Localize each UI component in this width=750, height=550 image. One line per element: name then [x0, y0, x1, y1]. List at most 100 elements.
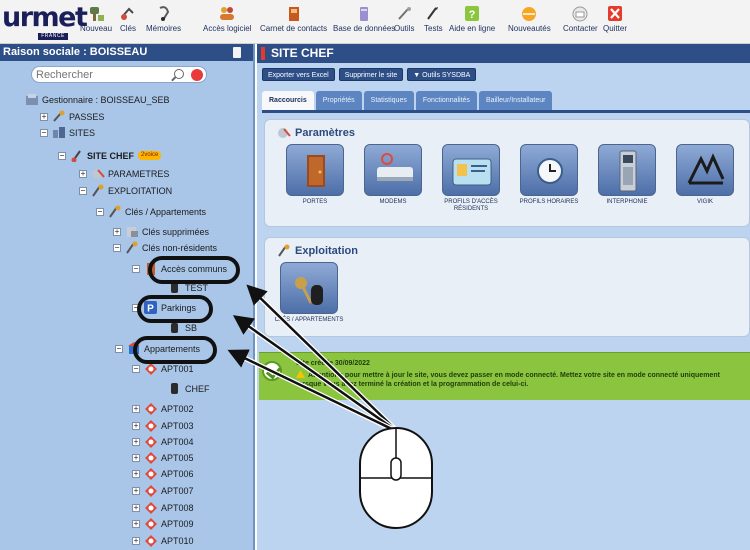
- toolbar-keys-button[interactable]: Clés: [119, 5, 137, 33]
- expand-toggle[interactable]: +: [132, 421, 140, 430]
- expand-toggle[interactable]: +: [132, 503, 140, 512]
- tree-node-non-resident-keys[interactable]: − Clés non-résidents: [113, 240, 217, 255]
- parameters-title: Paramètres: [277, 126, 355, 139]
- tree-node-exploitation[interactable]: − EXPLOITATION: [79, 183, 172, 198]
- tree-node-keys-apartments[interactable]: − Clés / Appartements: [96, 204, 206, 219]
- clear-search-icon[interactable]: [191, 69, 203, 81]
- tree-node-apt006[interactable]: + APT006: [132, 466, 194, 481]
- exploitation-title-text: Exploitation: [295, 244, 358, 257]
- expand-toggle[interactable]: +: [132, 536, 140, 545]
- tree-node-apt005[interactable]: + APT005: [132, 450, 194, 465]
- toolbar-help-button[interactable]: ? Aide en ligne: [449, 5, 495, 33]
- keys-apartments-icon: [280, 262, 338, 314]
- collapse-toggle[interactable]: −: [132, 264, 140, 273]
- tile-resident-access-profiles[interactable]: Profils d'accès Résidents: [435, 144, 507, 213]
- tile-label: Profils horaires: [519, 199, 579, 205]
- voice-badge: 2voice: [138, 151, 162, 160]
- tree-label: APT002: [161, 403, 194, 414]
- database-icon: [360, 7, 369, 21]
- tile-vigik[interactable]: VIGIK: [669, 144, 741, 206]
- tile-label: Clés / Appartements: [274, 317, 344, 323]
- id-card-icon: [442, 144, 500, 196]
- tree-node-apt008[interactable]: + APT008: [132, 500, 194, 515]
- tree-node-deleted-keys[interactable]: + Clés supprimées: [113, 224, 209, 239]
- key-fob-icon: [168, 382, 182, 395]
- toolbar-contact-label: Contacter: [563, 24, 598, 33]
- export-excel-button[interactable]: Exporter vers Excel: [262, 68, 335, 81]
- expand-toggle[interactable]: +: [132, 404, 140, 413]
- sysdba-tools-label: Outils SYSDBA: [422, 72, 471, 79]
- expand-toggle[interactable]: +: [132, 469, 140, 478]
- collapse-toggle[interactable]: −: [96, 207, 104, 216]
- tab-properties[interactable]: Propriétés: [315, 91, 362, 110]
- collapse-toggle[interactable]: −: [113, 243, 121, 252]
- search-input[interactable]: [36, 67, 156, 82]
- apartment-icon: [144, 435, 158, 448]
- tree-node-site-chef[interactable]: − SITE CHEF 2voice: [58, 148, 162, 163]
- document-icon[interactable]: [233, 47, 241, 58]
- toolbar-tools-button[interactable]: Outils: [394, 5, 414, 33]
- tree-node-apt010[interactable]: + APT010: [132, 533, 194, 548]
- toolbar-database-button[interactable]: Base de données: [333, 5, 395, 33]
- tree-label: APT004: [161, 436, 194, 447]
- collapse-toggle[interactable]: −: [115, 344, 123, 353]
- expand-toggle[interactable]: +: [113, 227, 121, 236]
- expand-toggle[interactable]: +: [132, 519, 140, 528]
- expand-toggle[interactable]: +: [79, 169, 87, 178]
- collapse-toggle[interactable]: −: [40, 128, 48, 137]
- toolbar-tests-button[interactable]: Tests: [424, 5, 443, 33]
- tree-label: PARAMETRES: [108, 168, 170, 179]
- keys-apartments-icon: [108, 205, 122, 218]
- parameters-section: Paramètres Portes Modems Profils d'accès…: [264, 119, 750, 227]
- toolbar-software-access-button[interactable]: Accès logiciel: [203, 5, 251, 33]
- toolbar-keys-label: Clés: [119, 24, 136, 33]
- expand-toggle[interactable]: +: [40, 112, 48, 121]
- search-icon[interactable]: [174, 69, 184, 79]
- tree-node-apt009[interactable]: + APT009: [132, 516, 194, 531]
- tree-node-apt007[interactable]: + APT007: [132, 483, 194, 498]
- collapse-toggle[interactable]: −: [132, 364, 140, 373]
- expand-toggle[interactable]: +: [132, 486, 140, 495]
- toolbar-help-label: Aide en ligne: [449, 24, 496, 33]
- collapse-toggle[interactable]: −: [79, 186, 87, 195]
- toolbar-quit-button[interactable]: Quitter: [603, 5, 627, 33]
- tree-node-chef[interactable]: CHEF: [168, 381, 210, 396]
- toolbar-contacts-button[interactable]: Carnet de contacts: [260, 5, 327, 33]
- collapse-toggle[interactable]: −: [58, 151, 66, 160]
- highlight-common-access: [148, 256, 240, 284]
- tree-node-sites[interactable]: − SITES: [40, 125, 95, 140]
- tree-node-apt002[interactable]: + APT002: [132, 401, 194, 416]
- tree-node-parametres[interactable]: + PARAMETRES: [79, 166, 169, 181]
- tree-node-apt003[interactable]: + APT003: [132, 418, 194, 433]
- tests-icon: [427, 7, 439, 20]
- tile-keys-apartments[interactable]: Clés / Appartements: [273, 262, 345, 324]
- deleted-keys-icon: [125, 225, 139, 238]
- tile-doors[interactable]: Portes: [279, 144, 351, 206]
- sysdba-tools-button[interactable]: ▼ Outils SYSDBA: [407, 68, 477, 81]
- expand-toggle[interactable]: +: [132, 437, 140, 446]
- memory-icon: [159, 6, 169, 21]
- tree-node-passes[interactable]: + PASSES: [40, 109, 104, 124]
- expand-toggle[interactable]: +: [132, 453, 140, 462]
- door-icon: [286, 144, 344, 196]
- keys-icon: [277, 244, 291, 257]
- tab-features[interactable]: Fonctionnalités: [415, 91, 477, 110]
- operation-icon: [91, 184, 105, 197]
- tile-modems[interactable]: Modems: [357, 144, 429, 206]
- delete-site-button[interactable]: Supprimer le site: [338, 68, 404, 81]
- quit-icon: [608, 6, 622, 21]
- tab-landlord-installer[interactable]: Bailleur/Installateur: [478, 91, 553, 110]
- toolbar-new-button[interactable]: Nouveau: [80, 5, 112, 33]
- tree-node-apt004[interactable]: + APT004: [132, 434, 194, 449]
- toolbar-contact-button[interactable]: Contacter: [563, 5, 598, 33]
- tile-time-profiles[interactable]: Profils horaires: [513, 144, 585, 206]
- news-icon: [522, 7, 537, 21]
- tile-intercom[interactable]: Interphonie: [591, 144, 663, 206]
- tab-shortcuts[interactable]: Raccourcis: [262, 91, 314, 110]
- tree-node-manager[interactable]: Gestionnaire : BOISSEAU_SEB: [25, 92, 170, 107]
- logo-text: urmet: [2, 2, 88, 33]
- toolbar-memory-button[interactable]: Mémoires: [146, 5, 181, 33]
- toolbar-news-button[interactable]: Nouveautés: [508, 5, 551, 33]
- users-icon: [220, 7, 235, 20]
- tab-statistics[interactable]: Statistiques: [363, 91, 414, 110]
